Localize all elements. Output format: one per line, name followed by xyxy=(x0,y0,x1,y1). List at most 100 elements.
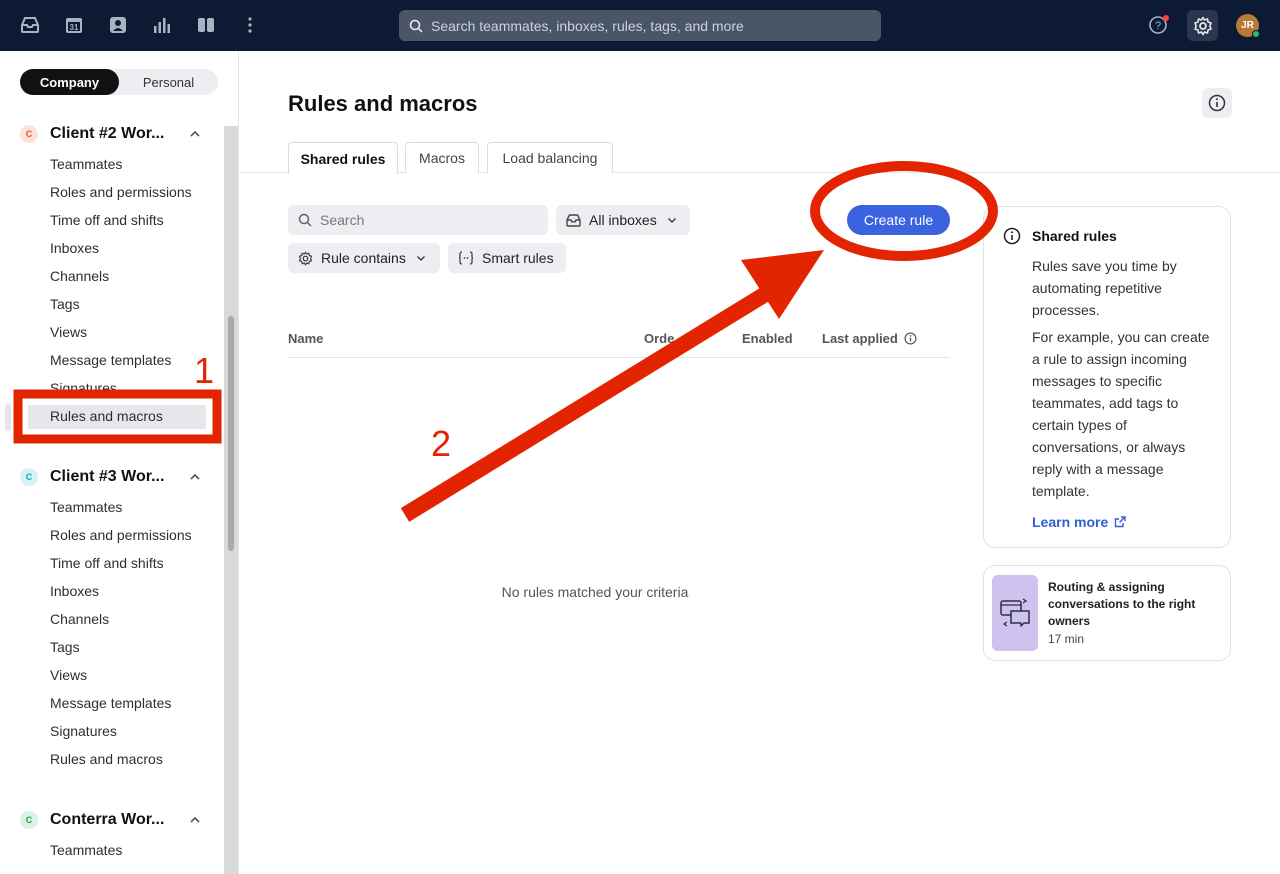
contacts-icon[interactable] xyxy=(106,13,130,37)
layout-icon[interactable] xyxy=(194,13,218,37)
create-rule-button[interactable]: Create rule xyxy=(847,205,950,235)
info-icon xyxy=(1003,227,1021,245)
settings-button[interactable] xyxy=(1187,10,1218,41)
chevron-up-icon[interactable] xyxy=(189,814,201,826)
inbox-filter-label: All inboxes xyxy=(589,212,657,228)
notification-dot xyxy=(1163,15,1169,21)
chevron-up-icon[interactable] xyxy=(189,471,201,483)
rule-contains-dropdown[interactable]: Rule contains xyxy=(288,243,440,273)
inbox-icon xyxy=(566,213,581,227)
sidebar-item-inboxes[interactable]: Inboxes xyxy=(50,240,99,256)
company-toggle[interactable]: Company xyxy=(20,69,119,95)
smart-rules-filter[interactable]: Smart rules xyxy=(448,243,566,273)
rule-contains-label: Rule contains xyxy=(321,250,406,266)
sidebar-item-channels[interactable]: Channels xyxy=(50,268,109,284)
info-card-body: Rules save you time by automating repeti… xyxy=(1032,255,1212,502)
scope-toggle: Company Personal xyxy=(20,69,218,95)
sidebar-item-tags[interactable]: Tags xyxy=(50,639,80,655)
workspace-header-conterra[interactable]: C Conterra Wor... xyxy=(20,811,164,829)
sidebar-item-rules-and-macros[interactable]: Rules and macros xyxy=(50,751,163,767)
workspace-title: Conterra Wor... xyxy=(50,811,165,828)
online-status-dot xyxy=(1252,30,1260,38)
analytics-icon[interactable] xyxy=(150,13,174,37)
learn-more-label: Learn more xyxy=(1032,514,1109,530)
more-vertical-icon[interactable] xyxy=(238,13,262,37)
external-link-icon xyxy=(1115,516,1126,528)
global-search-placeholder: Search teammates, inboxes, rules, tags, … xyxy=(431,17,744,34)
gear-icon xyxy=(298,251,313,265)
gear-icon xyxy=(1193,16,1212,35)
workspace-badge: C xyxy=(20,468,38,486)
info-card-title: Shared rules xyxy=(1032,228,1117,244)
sidebar-item-signatures[interactable]: Signatures xyxy=(50,723,117,739)
page-title: Rules and macros xyxy=(288,91,478,116)
smart-rules-label: Smart rules xyxy=(482,250,554,266)
svg-text:?: ? xyxy=(1155,20,1161,32)
inbox-icon[interactable] xyxy=(18,13,42,37)
course-card[interactable]: Routing & assigning conversations to the… xyxy=(983,565,1231,661)
tab-shared-rules[interactable]: Shared rules xyxy=(288,142,398,174)
sidebar-item-roles[interactable]: Roles and permissions xyxy=(50,184,192,200)
search-icon xyxy=(298,213,312,227)
sidebar-item-time-off[interactable]: Time off and shifts xyxy=(50,212,164,228)
workspace-header-client-3[interactable]: C Client #3 Wor... xyxy=(20,468,164,486)
sidebar-item-teammates[interactable]: Teammates xyxy=(50,499,122,515)
column-header-last-applied[interactable]: Last applied xyxy=(822,331,917,346)
sidebar-item-signatures[interactable]: Signatures xyxy=(50,380,117,396)
annotation-step-2: 2 xyxy=(431,423,452,464)
workspace-badge: C xyxy=(20,811,38,829)
sidebar-item-teammates[interactable]: Teammates xyxy=(50,842,122,858)
info-card-paragraph-1: Rules save you time by automating repeti… xyxy=(1032,258,1177,318)
empty-state-message: No rules matched your criteria xyxy=(501,584,689,600)
table-header-divider xyxy=(288,357,950,358)
sidebar-item-time-off[interactable]: Time off and shifts xyxy=(50,555,164,571)
info-card-paragraph-2: For example, you can create a rule to as… xyxy=(1032,329,1210,499)
learn-more-link[interactable]: Learn more xyxy=(1032,514,1126,530)
info-icon[interactable] xyxy=(904,332,917,345)
sidebar-item-tags[interactable]: Tags xyxy=(50,296,80,312)
sidebar-item-views[interactable]: Views xyxy=(50,324,87,340)
global-search-input[interactable]: Search teammates, inboxes, rules, tags, … xyxy=(399,10,881,41)
sidebar-scrollbar-thumb[interactable] xyxy=(228,316,234,551)
tab-macros[interactable]: Macros xyxy=(405,142,479,173)
annotation-step-1: 1 xyxy=(194,350,215,391)
course-duration: 17 min xyxy=(1048,632,1085,646)
routing-chat-icon xyxy=(1000,598,1030,627)
rules-search-placeholder: Search xyxy=(320,212,365,228)
settings-sidebar: Company Personal C Client #2 Wor... Team… xyxy=(0,51,239,874)
column-header-order[interactable]: Orde xyxy=(644,331,674,346)
rules-search-input[interactable]: Search xyxy=(288,205,548,235)
sidebar-item-channels[interactable]: Channels xyxy=(50,611,109,627)
calendar-icon[interactable]: 31 xyxy=(62,13,86,37)
sidebar-item-inboxes[interactable]: Inboxes xyxy=(50,583,99,599)
workspace-badge: C xyxy=(20,125,38,143)
top-bar: 31 Search teammates, inboxes, rules, tag… xyxy=(0,0,1280,51)
chevron-down-icon xyxy=(667,217,676,224)
course-thumbnail xyxy=(992,575,1038,651)
chevron-down-icon xyxy=(416,255,425,262)
variable-braces-icon xyxy=(458,251,474,265)
sidebar-item-teammates[interactable]: Teammates xyxy=(50,156,122,172)
sidebar-item-views[interactable]: Views xyxy=(50,667,87,683)
sidebar-item-roles[interactable]: Roles and permissions xyxy=(50,527,192,543)
main-content: Rules and macros Shared rules Macros Loa… xyxy=(240,51,1280,874)
inbox-filter-dropdown[interactable]: All inboxes xyxy=(556,205,690,235)
workspace-header-client-2[interactable]: C Client #2 Wor... xyxy=(20,125,164,143)
sidebar-item-rules-and-macros-active[interactable]: Rules and macros xyxy=(50,408,163,424)
column-header-enabled[interactable]: Enabled xyxy=(742,331,793,346)
workspace-title: Client #2 Wor... xyxy=(50,125,165,142)
workspace-title: Client #3 Wor... xyxy=(50,468,165,485)
shared-rules-info-card: Shared rules Rules save you time by auto… xyxy=(983,206,1231,548)
column-header-name[interactable]: Name xyxy=(288,331,323,346)
active-indicator xyxy=(5,403,11,431)
course-title: Routing & assigning conversations to the… xyxy=(1048,580,1196,628)
page-info-button[interactable] xyxy=(1202,88,1232,118)
search-icon xyxy=(409,19,423,33)
chevron-up-icon[interactable] xyxy=(189,128,201,140)
sidebar-item-message-templates[interactable]: Message templates xyxy=(50,695,171,711)
tab-load-balancing[interactable]: Load balancing xyxy=(487,142,613,173)
svg-text:31: 31 xyxy=(70,23,79,32)
sidebar-item-message-templates[interactable]: Message templates xyxy=(50,352,171,368)
personal-toggle[interactable]: Personal xyxy=(119,69,218,95)
info-icon xyxy=(1208,94,1226,112)
